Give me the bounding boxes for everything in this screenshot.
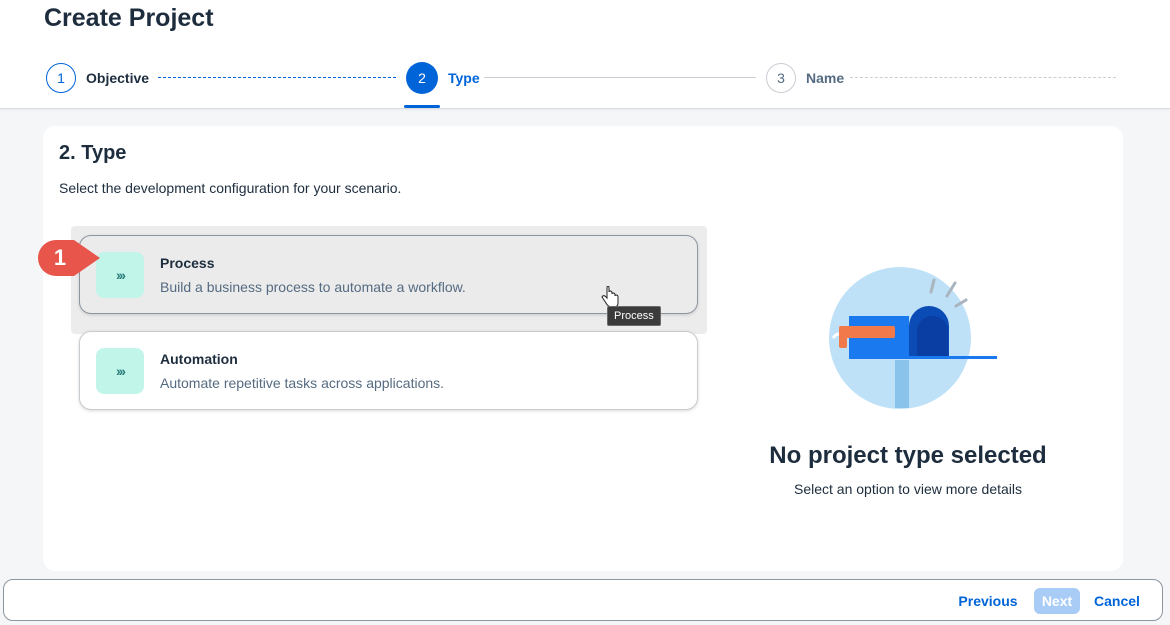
- option-description: Build a business process to automate a w…: [160, 279, 466, 295]
- step-number: 2: [406, 62, 438, 94]
- active-step-indicator: [404, 105, 440, 108]
- next-button[interactable]: Next: [1034, 588, 1080, 614]
- chevrons-right-icon: ›››: [96, 348, 144, 394]
- hand-cursor-icon: [601, 286, 619, 308]
- step-label: Name: [806, 70, 845, 86]
- chevrons-right-icon: ›››: [96, 252, 144, 298]
- tooltip: Process: [607, 306, 661, 326]
- section-description: Select the development configuration for…: [59, 180, 402, 196]
- option-description: Automate repetitive tasks across applica…: [160, 375, 445, 391]
- mailbox-illustration: [829, 267, 997, 409]
- previous-button[interactable]: Previous: [957, 588, 1019, 614]
- page-header: Create Project 1 Objective 2 Type 3 Name: [0, 0, 1170, 109]
- wizard-step-type[interactable]: 2 Type: [406, 62, 480, 94]
- page-title: Create Project: [44, 4, 214, 32]
- annotation-number: 1: [53, 245, 67, 270]
- step-label: Objective: [86, 70, 150, 86]
- footer-toolbar: Previous Next Cancel: [3, 579, 1163, 621]
- step-connector: [158, 77, 396, 78]
- step-number: 3: [766, 63, 796, 93]
- type-section-card: 2. Type Select the development configura…: [43, 126, 1123, 571]
- option-automation[interactable]: ››› Automation Automate repetitive tasks…: [79, 331, 698, 410]
- wizard-step-objective[interactable]: 1 Objective: [46, 62, 149, 94]
- empty-state-subtitle: Select an option to view more details: [793, 481, 1022, 497]
- step-number: 1: [46, 63, 76, 93]
- step-label: Type: [448, 70, 480, 86]
- step-annotation-badge: 1: [38, 240, 102, 276]
- empty-state-title: No project type selected: [769, 442, 1047, 469]
- step-connector: [850, 77, 1116, 78]
- option-title: Automation: [160, 351, 238, 367]
- option-title: Process: [160, 255, 215, 271]
- section-title: 2. Type: [59, 142, 127, 164]
- cancel-button[interactable]: Cancel: [1092, 588, 1142, 614]
- wizard-step-name[interactable]: 3 Name: [766, 62, 844, 94]
- step-connector: [484, 77, 756, 78]
